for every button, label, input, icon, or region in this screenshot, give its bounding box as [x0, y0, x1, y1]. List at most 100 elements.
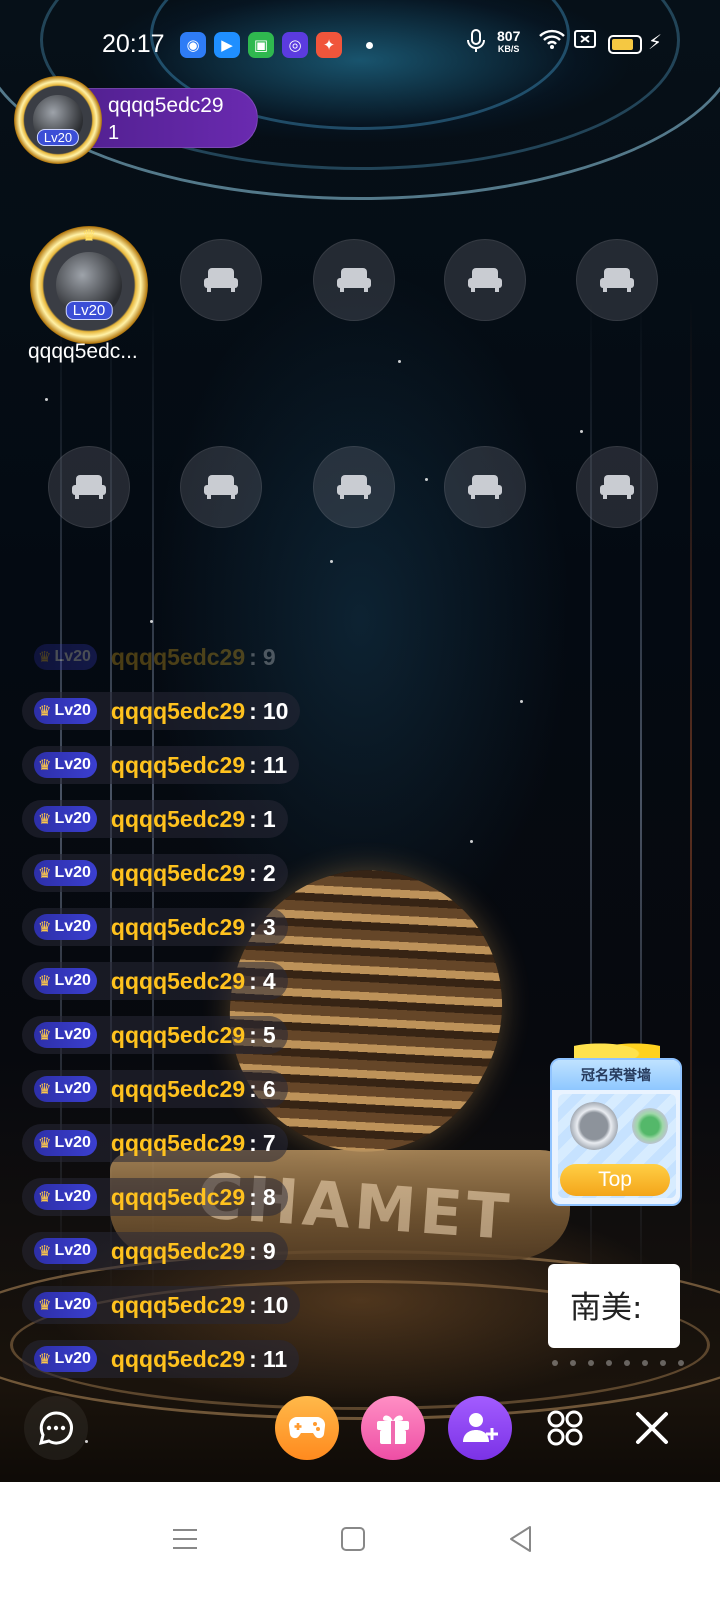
chat-username[interactable]: qqqq5edc29	[111, 1346, 245, 1373]
level-badge: ♛ Lv20	[34, 1238, 97, 1264]
sparkle	[425, 478, 428, 481]
honor-wall-title: 冠名荣誉墙	[552, 1060, 680, 1090]
gift-icon	[377, 1415, 409, 1444]
chat-username[interactable]: qqqq5edc29	[111, 914, 245, 941]
chat-username[interactable]: qqqq5edc29	[111, 1184, 245, 1211]
sofa-icon	[204, 268, 238, 292]
chat-username[interactable]: qqqq5edc29	[111, 1130, 245, 1157]
battery-level	[612, 39, 633, 50]
empty-seat[interactable]	[180, 239, 262, 321]
chat-message[interactable]: ♛ Lv20 qqqq5edc29:3	[22, 908, 288, 946]
chat-username[interactable]: qqqq5edc29	[111, 968, 245, 995]
level-text: Lv20	[54, 702, 91, 719]
chat-username[interactable]: qqqq5edc29	[111, 698, 245, 725]
seat-occupant-name: qqqq5edc...	[28, 340, 138, 363]
add-user-icon	[463, 1413, 498, 1442]
level-badge: ♛ Lv20	[34, 806, 97, 832]
chat-message[interactable]: ♛ Lv20 qqqq5edc29:4	[22, 962, 288, 1000]
level-text: Lv20	[54, 1188, 91, 1205]
chat-message[interactable]: ♛ Lv20 qqqq5edc29:10	[22, 1286, 301, 1324]
empty-seat[interactable]	[444, 239, 526, 321]
chat-text: 1	[262, 805, 276, 832]
chat-button[interactable]	[24, 1396, 88, 1460]
chat-text: 5	[262, 1021, 276, 1048]
level-badge: ♛ Lv20	[34, 1130, 97, 1156]
chat-text: 9	[262, 1237, 276, 1264]
empty-seat[interactable]	[180, 446, 262, 528]
chat-message[interactable]: ♛ Lv20 qqqq5edc29:8	[22, 1178, 288, 1216]
gift-button[interactable]	[361, 1396, 425, 1460]
sofa-icon	[337, 475, 371, 499]
chat-text: 6	[262, 1075, 276, 1102]
promo-banner-text: 南美:	[570, 1290, 643, 1326]
game-button[interactable]	[275, 1396, 339, 1460]
nav-home-button[interactable]	[328, 1514, 378, 1564]
light-beam	[690, 300, 692, 1300]
crown-icon: ♛	[38, 1243, 52, 1260]
honor-medal-icon	[632, 1108, 668, 1144]
chat-username[interactable]: qqqq5edc29	[111, 860, 245, 887]
crown-icon: ♛	[38, 919, 52, 936]
chat-username[interactable]: qqqq5edc29	[111, 752, 245, 779]
empty-seat[interactable]	[576, 446, 658, 528]
empty-seat[interactable]	[48, 446, 130, 528]
chat-message[interactable]: ♛ Lv20 qqqq5edc29:11	[22, 746, 300, 784]
sofa-icon	[468, 475, 502, 499]
app-game-icon: ✦	[316, 32, 342, 58]
empty-seat[interactable]	[313, 446, 395, 528]
chat-message[interactable]: ♛ Lv20 qqqq5edc29:11	[22, 1340, 300, 1378]
sofa-icon	[204, 475, 238, 499]
sofa-icon	[600, 268, 634, 292]
chat-message[interactable]: ♛ Lv20 qqqq5edc29:10	[22, 692, 301, 730]
close-room-button[interactable]	[620, 1396, 684, 1460]
chat-message[interactable]: ♛ Lv20 qqqq5edc29:2	[22, 854, 288, 892]
back-icon	[510, 1526, 531, 1552]
chat-message[interactable]: ♛ Lv20 qqqq5edc29:9	[22, 1232, 288, 1270]
chat-username[interactable]: qqqq5edc29	[111, 1022, 245, 1049]
chat-separator: :	[249, 913, 257, 940]
banner-pagination	[552, 1360, 702, 1368]
chat-username[interactable]: qqqq5edc29	[111, 1292, 245, 1319]
empty-seat[interactable]	[576, 239, 658, 321]
menu-icon	[173, 1529, 197, 1549]
honor-top-button[interactable]: Top	[560, 1164, 670, 1196]
notification-dot	[366, 42, 373, 49]
level-text: Lv20	[54, 1296, 91, 1313]
invite-user-button[interactable]	[448, 1396, 512, 1460]
sparkle	[330, 560, 333, 563]
seat-occupied[interactable]: ♛ Lv20	[30, 226, 148, 344]
level-text: Lv20	[54, 756, 91, 773]
sofa-icon	[337, 268, 371, 292]
app-green-icon: ▣	[248, 32, 274, 58]
nav-menu-button[interactable]	[160, 1514, 210, 1564]
promo-banner[interactable]: 南美:	[548, 1264, 680, 1348]
mic-icon	[466, 28, 486, 60]
chat-username[interactable]: qqqq5edc29	[111, 1238, 245, 1265]
nav-back-button[interactable]	[496, 1514, 546, 1564]
level-text: Lv20	[54, 864, 91, 881]
empty-seat[interactable]	[444, 446, 526, 528]
chat-message[interactable]: ♛ Lv20 qqqq5edc29:6	[22, 1070, 288, 1108]
chat-text: 9	[262, 643, 276, 670]
level-badge: ♛ Lv20	[34, 752, 97, 778]
chat-text: 11	[262, 751, 288, 778]
chat-username[interactable]: qqqq5edc29	[111, 644, 245, 671]
chat-message[interactable]: ♛ Lv20 qqqq5edc29:1	[22, 800, 288, 838]
chat-message[interactable]: ♛ Lv20 qqqq5edc29:7	[22, 1124, 288, 1162]
chat-message[interactable]: ♛ Lv20 qqqq5edc29:9	[22, 638, 288, 676]
chat-message[interactable]: ♛ Lv20 qqqq5edc29:5	[22, 1016, 288, 1054]
more-button[interactable]	[533, 1396, 597, 1460]
empty-seat[interactable]	[313, 239, 395, 321]
level-badge: ♛ Lv20	[34, 968, 97, 994]
chat-username[interactable]: qqqq5edc29	[111, 1076, 245, 1103]
system-nav-bar	[0, 1482, 720, 1600]
chat-text: 8	[262, 1183, 276, 1210]
crown-icon: ♛	[38, 757, 52, 774]
level-badge: ♛ Lv20	[34, 644, 97, 670]
chat-separator: :	[249, 697, 257, 724]
host-avatar[interactable]: Lv20	[14, 76, 102, 164]
level-badge: ♛ Lv20	[34, 1022, 97, 1048]
chat-username[interactable]: qqqq5edc29	[111, 806, 245, 833]
honor-avatar	[570, 1102, 618, 1150]
battery-icon	[608, 35, 642, 54]
